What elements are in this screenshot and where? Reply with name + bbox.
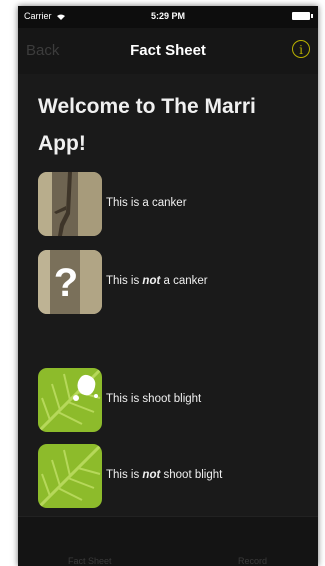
leaf-blight-icon — [38, 368, 102, 432]
info-icon[interactable]: i — [292, 40, 310, 58]
label-text: This is shoot blight — [106, 393, 202, 405]
welcome-line-1: Welcome to The Marri — [38, 95, 256, 118]
welcome-heading: Welcome to The Marri App! — [38, 88, 308, 162]
fact-sheet-content: Welcome to The Marri App! This is a cank… — [18, 74, 318, 516]
label-text-end: a canker — [160, 275, 208, 287]
label-text-end: shoot blight — [160, 469, 223, 481]
leaf-healthy-icon — [38, 444, 102, 508]
status-time: 5:29 PM — [150, 11, 185, 21]
list-item-not-shoot-blight[interactable]: This is not shoot blight — [38, 444, 308, 508]
bark-canker-icon — [38, 172, 102, 236]
list-item-not-canker[interactable]: ? This is not a canker — [38, 250, 308, 314]
navigation-bar: Back Fact Sheet i — [18, 28, 318, 74]
list-item-label: This is shoot blight — [106, 393, 201, 405]
list-item-label: This is a canker — [106, 197, 187, 209]
label-emphasis: not — [142, 469, 161, 481]
list-item-label: This is not shoot blight — [106, 469, 222, 481]
label-text: This is — [106, 469, 143, 481]
bark-question-icon: ? — [38, 250, 102, 314]
page-title: Fact Sheet — [130, 42, 206, 59]
phone-screen: Carrier 5:29 PM Back Fact Sheet i Welcom… — [18, 6, 318, 566]
list-item-canker[interactable]: This is a canker — [38, 172, 308, 236]
tab-bar: Fact Sheet Record — [18, 516, 318, 566]
welcome-line-2: App! — [38, 132, 86, 155]
list-item-label: This is not a canker — [106, 275, 208, 287]
battery-icon — [292, 12, 313, 20]
label-text: This is a canker — [106, 197, 187, 209]
list-item-shoot-blight[interactable]: This is shoot blight — [38, 368, 308, 432]
label-emphasis: not — [142, 275, 161, 287]
status-bar: Carrier 5:29 PM — [18, 6, 318, 28]
label-text: This is — [106, 275, 143, 287]
svg-text:?: ? — [54, 261, 78, 305]
